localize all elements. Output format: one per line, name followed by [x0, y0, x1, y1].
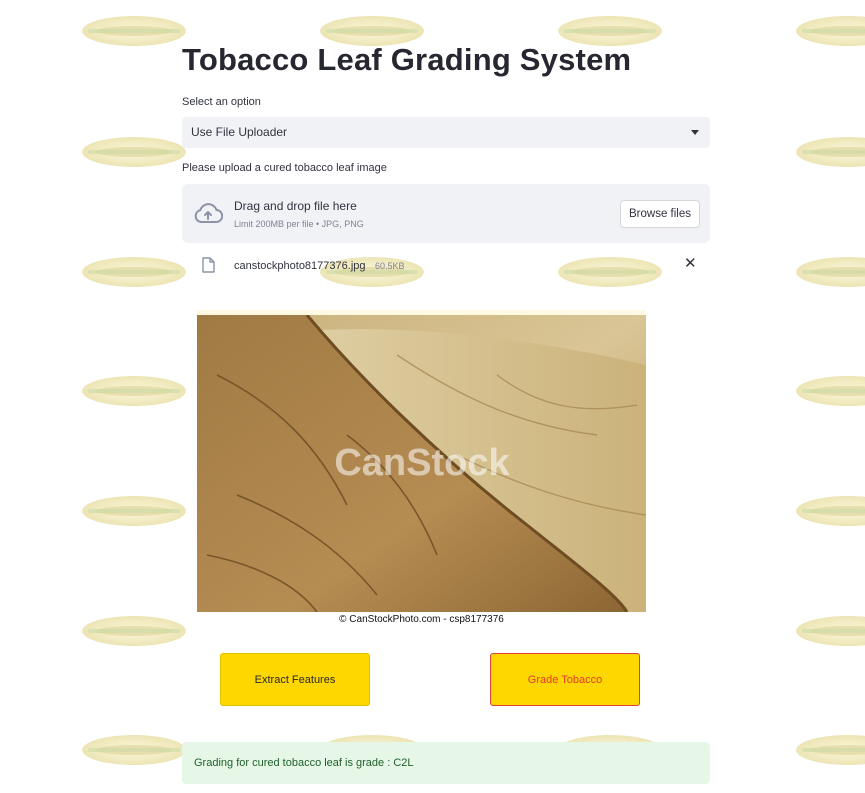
background-logo — [796, 496, 865, 526]
close-icon[interactable]: ✕ — [684, 256, 697, 272]
uploader-label: Please upload a cured tobacco leaf image — [182, 162, 387, 174]
chevron-down-icon — [691, 130, 699, 135]
background-logo — [796, 16, 865, 46]
cloud-upload-icon — [194, 203, 223, 223]
background-logo — [82, 137, 186, 167]
grade-tobacco-button[interactable]: Grade Tobacco — [490, 653, 640, 706]
background-logo — [796, 376, 865, 406]
page-title: Tobacco Leaf Grading System — [182, 42, 632, 77]
image-caption: © CanStockPhoto.com - csp8177376 — [197, 612, 646, 627]
background-logo — [82, 496, 186, 526]
background-logo — [82, 376, 186, 406]
background-logo — [82, 616, 186, 646]
image-preview: CanStock © CanStockPhoto.com - csp817737… — [197, 310, 646, 627]
tobacco-leaf-photo: CanStock — [197, 315, 646, 612]
dropzone-limit: Limit 200MB per file • JPG, PNG — [234, 219, 364, 229]
result-alert: Grading for cured tobacco leaf is grade … — [182, 742, 710, 784]
background-logo — [796, 257, 865, 287]
option-select[interactable]: Use File Uploader — [182, 117, 710, 148]
watermark-text: CanStock — [334, 442, 510, 484]
file-dropzone[interactable]: Drag and drop file here Limit 200MB per … — [182, 184, 710, 243]
extract-features-button[interactable]: Extract Features — [220, 653, 370, 706]
result-text: Grading for cured tobacco leaf is grade … — [194, 757, 414, 769]
background-logo — [796, 137, 865, 167]
background-logo — [82, 257, 186, 287]
select-value: Use File Uploader — [191, 125, 288, 139]
background-logo — [796, 616, 865, 646]
leaf-image: CanStock — [197, 315, 646, 612]
uploaded-file: canstockphoto8177376.jpg 60.5KB ✕ — [182, 252, 710, 278]
browse-files-button[interactable]: Browse files — [620, 200, 700, 228]
file-icon — [202, 257, 215, 273]
background-logo — [82, 735, 186, 765]
file-size: 60.5KB — [375, 261, 405, 271]
background-logo — [82, 16, 186, 46]
dropzone-title: Drag and drop file here — [234, 199, 357, 213]
file-name: canstockphoto8177376.jpg — [234, 260, 366, 272]
background-logo — [796, 735, 865, 765]
select-label: Select an option — [182, 96, 261, 108]
